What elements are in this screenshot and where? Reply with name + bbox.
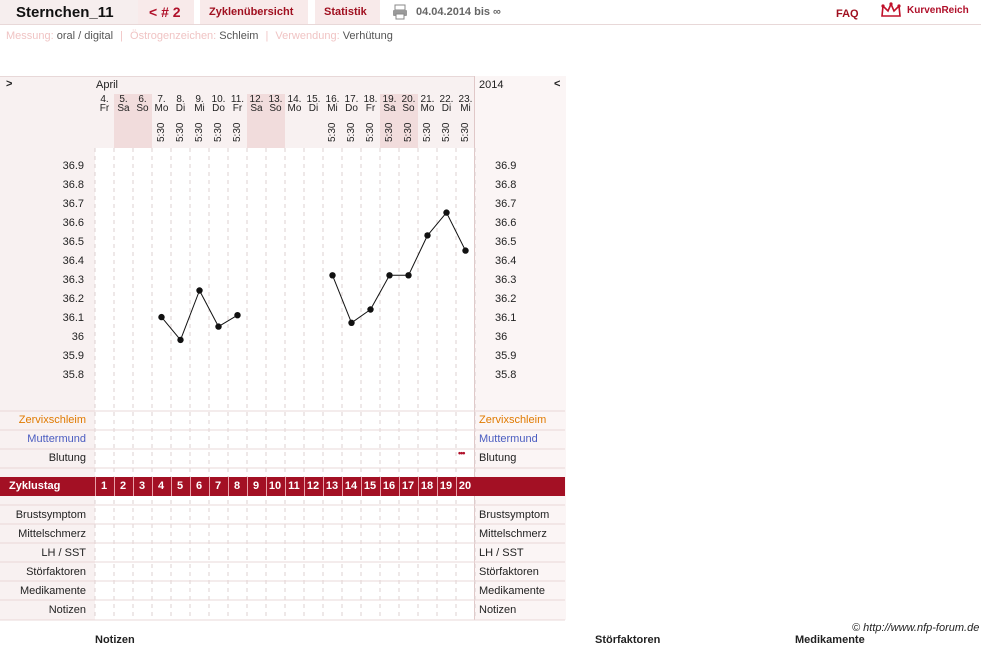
temperature-point xyxy=(215,323,222,330)
temperature-point xyxy=(386,272,393,279)
zyklustag-number[interactable]: 19 xyxy=(437,480,455,492)
row-label-right: LH / SST xyxy=(479,547,524,559)
zyklustag-separator xyxy=(399,477,400,496)
zyklustag-separator xyxy=(209,477,210,496)
zyklustag-number[interactable]: 13 xyxy=(323,480,341,492)
zyklustag-separator xyxy=(228,477,229,496)
zyklustag-separator xyxy=(437,477,438,496)
zyklustag-separator xyxy=(304,477,305,496)
zyklustag-number[interactable]: 10 xyxy=(266,480,284,492)
row-label-left: Störfaktoren xyxy=(26,566,86,578)
zyklustag-separator xyxy=(114,477,115,496)
zyklustag-number[interactable]: 15 xyxy=(361,480,379,492)
temperature-line-segment xyxy=(161,316,181,341)
zyklustag-number[interactable]: 18 xyxy=(418,480,436,492)
row-label-left: Muttermund xyxy=(27,433,86,445)
temperature-point xyxy=(234,312,241,319)
row-label-right: Brustsymptom xyxy=(479,509,550,521)
zyklustag-label: Zyklustag xyxy=(9,480,61,492)
zyklustag-number[interactable]: 8 xyxy=(228,480,246,492)
zyklustag-separator xyxy=(190,477,191,496)
zyklustag-separator xyxy=(266,477,267,496)
row-label-left: Mittelschmerz xyxy=(18,528,86,540)
zyklustag-number[interactable]: 11 xyxy=(285,480,303,492)
zyklustag-separator xyxy=(418,477,419,496)
zyklustag-number[interactable]: 7 xyxy=(209,480,227,492)
row-label-left: LH / SST xyxy=(41,547,86,559)
temperature-point xyxy=(329,272,336,279)
zyklustag-number[interactable]: 20 xyxy=(456,480,474,492)
temperature-point xyxy=(158,313,165,321)
temperature-point xyxy=(443,209,450,216)
footer-stoerfaktoren: Störfaktoren xyxy=(595,634,661,646)
temperature-point xyxy=(367,306,374,313)
row-label-right: Mittelschmerz xyxy=(479,528,547,540)
zyklustag-separator xyxy=(95,477,96,496)
zyklustag-separator xyxy=(247,477,248,496)
row-label-left: Notizen xyxy=(48,604,86,616)
row-label-left: Zervixschleim xyxy=(18,414,86,426)
row-label-left: Blutung xyxy=(48,452,86,464)
blutung-marker: ••• xyxy=(458,448,466,458)
row-label-left: Medikamente xyxy=(19,585,86,597)
footer-notizen: Notizen xyxy=(95,634,135,646)
zyklustag-number[interactable]: 17 xyxy=(399,480,417,492)
zyklustag-number[interactable]: 1 xyxy=(95,480,113,492)
temperature-line-segment xyxy=(370,275,390,310)
row-label-right: Blutung xyxy=(479,452,517,464)
zyklustag-separator xyxy=(456,477,457,496)
zyklustag-separator xyxy=(323,477,324,496)
zyklustag-number[interactable]: 14 xyxy=(342,480,360,492)
zyklustag-number[interactable]: 16 xyxy=(380,480,398,492)
zyklustag-separator xyxy=(342,477,343,496)
zyklustag-separator xyxy=(133,477,134,496)
temperature-point xyxy=(196,287,203,294)
temperature-point xyxy=(424,232,431,239)
row-label-left: Brustsymptom xyxy=(15,509,86,521)
copyright[interactable]: © http://www.nfp-forum.de xyxy=(852,622,979,634)
row-label-right: Muttermund xyxy=(479,433,538,445)
temperature-point xyxy=(405,272,412,279)
zyklustag-separator xyxy=(361,477,362,496)
temperature-chart xyxy=(0,148,565,621)
temperature-line-segment xyxy=(332,275,352,323)
zyklustag-separator xyxy=(380,477,381,496)
zyklustag-number[interactable]: 4 xyxy=(152,480,170,492)
temperature-point xyxy=(177,336,184,344)
row-label-right: Zervixschleim xyxy=(479,414,547,426)
zyklustag-number[interactable]: 2 xyxy=(114,480,132,492)
footer-medikamente: Medikamente xyxy=(795,634,865,646)
temperature-point xyxy=(348,319,355,326)
zyklustag-number[interactable]: 12 xyxy=(304,480,322,492)
zyklustag-number[interactable]: 5 xyxy=(171,480,189,492)
zyklustag-number[interactable]: 3 xyxy=(133,480,151,492)
zyklustag-number[interactable]: 6 xyxy=(190,480,208,492)
zyklustag-separator xyxy=(171,477,172,496)
row-label-right: Notizen xyxy=(479,604,517,616)
zyklustag-separator xyxy=(152,477,153,496)
zyklustag-separator xyxy=(285,477,286,496)
row-label-right: Störfaktoren xyxy=(479,566,539,578)
temperature-point xyxy=(462,247,469,254)
row-label-right: Medikamente xyxy=(479,585,546,597)
zyklustag-number[interactable]: 9 xyxy=(247,480,265,492)
